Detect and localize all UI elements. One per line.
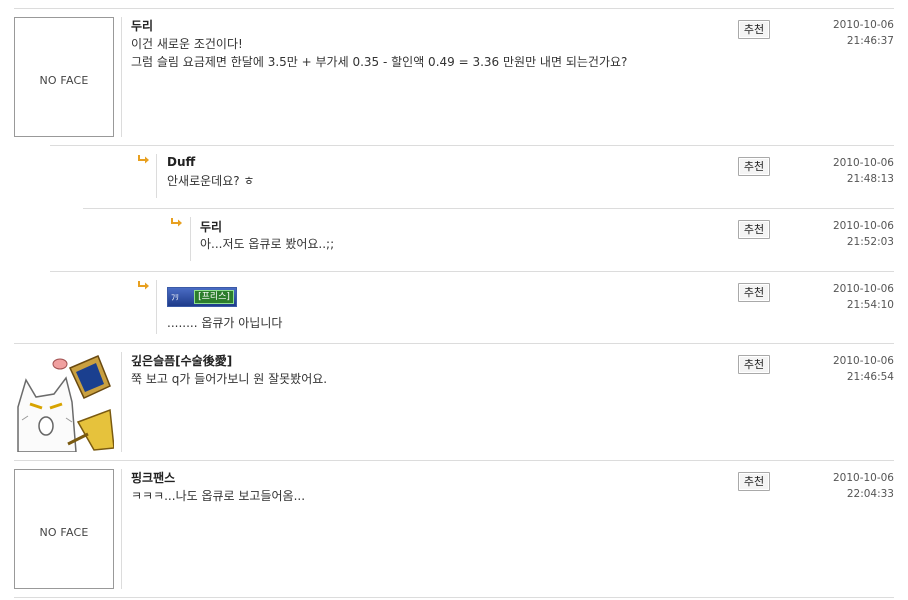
comment-text: ........ 옵큐가 아닙니다 bbox=[167, 316, 283, 330]
comment-time: 22:04:33 bbox=[846, 488, 894, 500]
reply-arrow-icon bbox=[171, 218, 182, 227]
reply-separator bbox=[190, 217, 191, 261]
avatar bbox=[14, 352, 114, 452]
nickname-image[interactable]: ﾌﾘ [프리스] bbox=[167, 287, 237, 307]
comment-author[interactable]: 핑크팬스 bbox=[131, 469, 175, 486]
avatar: NO FACE bbox=[14, 469, 114, 589]
divider bbox=[14, 460, 894, 461]
nickname-image-label: [프리스] bbox=[194, 290, 234, 304]
comment-author[interactable]: 두리 bbox=[200, 218, 222, 235]
divider bbox=[83, 208, 894, 209]
recommend-button[interactable]: 추천 bbox=[738, 20, 770, 39]
comment-text: 이건 새로운 조건이다! bbox=[131, 37, 243, 51]
comment-author[interactable]: 깊은슬픔[수술後愛] bbox=[131, 352, 232, 369]
divider bbox=[14, 597, 894, 598]
comment-author[interactable]: 두리 bbox=[131, 17, 153, 34]
comment-time: 21:48:13 bbox=[846, 173, 894, 185]
comment-text: 쭉 보고 q가 들어가보니 원 잘못봤어요. bbox=[131, 372, 328, 386]
comment-text: 아...저도 옵큐로 봤어요..;; bbox=[200, 237, 335, 251]
comment-date: 2010-10-06 bbox=[832, 19, 894, 31]
comment-date: 2010-10-06 bbox=[832, 283, 894, 295]
avatar: NO FACE bbox=[14, 17, 114, 137]
recommend-button[interactable]: 추천 bbox=[738, 472, 770, 491]
reply-separator bbox=[156, 280, 157, 334]
comment-time: 21:54:10 bbox=[846, 299, 894, 311]
recommend-button[interactable]: 추천 bbox=[738, 283, 770, 302]
comment-separator bbox=[121, 352, 122, 452]
comment-separator bbox=[121, 17, 122, 137]
comment-date: 2010-10-06 bbox=[832, 220, 894, 232]
no-face-label: NO FACE bbox=[39, 526, 89, 539]
comment-timestamp: 2010-10-06 21:46:54 bbox=[804, 353, 894, 385]
comment-date: 2010-10-06 bbox=[832, 157, 894, 169]
comment-date: 2010-10-06 bbox=[832, 355, 894, 367]
comment-timestamp: 2010-10-06 21:48:13 bbox=[804, 155, 894, 187]
divider bbox=[14, 8, 894, 9]
recommend-button[interactable]: 추천 bbox=[738, 355, 770, 374]
comment-text: 안새로운데요? ㅎ bbox=[167, 174, 255, 188]
divider bbox=[50, 271, 894, 272]
comment-timestamp: 2010-10-06 21:52:03 bbox=[804, 218, 894, 250]
divider bbox=[14, 343, 894, 344]
comment-timestamp: 2010-10-06 21:54:10 bbox=[804, 281, 894, 313]
reply-arrow-icon bbox=[138, 281, 149, 290]
recommend-button[interactable]: 추천 bbox=[738, 157, 770, 176]
recommend-button[interactable]: 추천 bbox=[738, 220, 770, 239]
reply-separator bbox=[156, 154, 157, 198]
comment-text: 그럼 슬림 요금제면 한달에 3.5만 + 부가세 0.35 - 할인액 0.4… bbox=[131, 55, 628, 69]
comment-timestamp: 2010-10-06 21:46:37 bbox=[804, 17, 894, 49]
comment-date: 2010-10-06 bbox=[832, 472, 894, 484]
reply-arrow-icon bbox=[138, 155, 149, 164]
comment-time: 21:52:03 bbox=[846, 236, 894, 248]
divider bbox=[50, 145, 894, 146]
comment-timestamp: 2010-10-06 22:04:33 bbox=[804, 470, 894, 502]
nickname-image-mark: ﾌﾘ bbox=[171, 293, 179, 302]
cat-with-computer-picture bbox=[17, 355, 114, 452]
comment-text: ㅋㅋㅋ...나도 옵큐로 보고들어옴... bbox=[131, 489, 306, 503]
comment-time: 21:46:54 bbox=[846, 371, 894, 383]
comment-author[interactable]: Duff bbox=[167, 155, 195, 169]
comment-time: 21:46:37 bbox=[846, 35, 894, 47]
comment-separator bbox=[121, 469, 122, 589]
no-face-label: NO FACE bbox=[39, 74, 89, 87]
